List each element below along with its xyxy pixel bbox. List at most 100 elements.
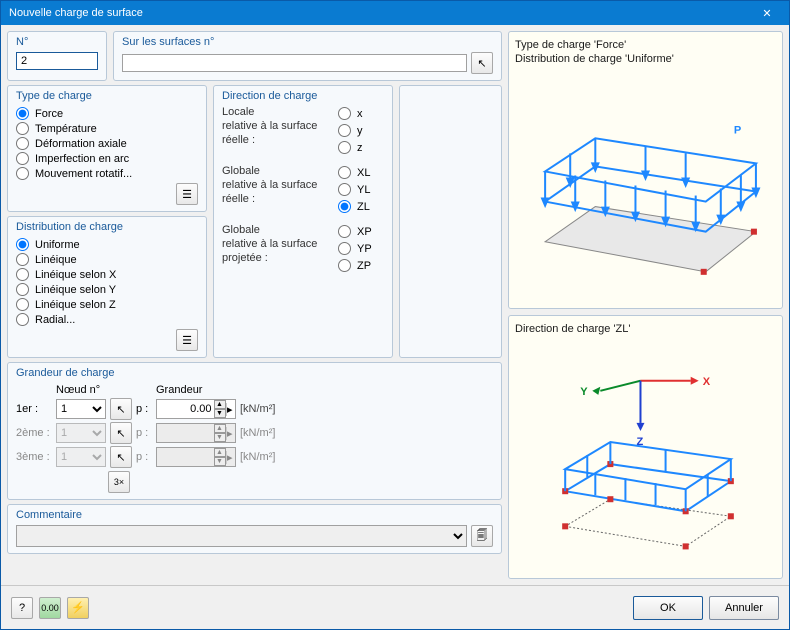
noeud-select[interactable]: 1 <box>56 399 106 419</box>
preview-type: Type de charge 'Force' Distribution de c… <box>508 31 783 309</box>
spin-up[interactable]: ▲ <box>214 400 226 409</box>
p-label: p : <box>136 403 152 415</box>
direction-option[interactable]: ZL <box>338 199 384 214</box>
numero-input[interactable] <box>16 52 98 70</box>
footer: ? 0.00 ⚡ OK Annuler <box>1 585 789 629</box>
noeud-select: 1 <box>56 423 106 443</box>
cursor-icon: ↖ <box>477 57 486 70</box>
surfaces-label: Sur les surfaces n° <box>122 36 493 50</box>
apply-button[interactable]: ⚡ <box>67 597 89 619</box>
distribution-option[interactable]: Linéique <box>16 252 198 267</box>
grandeur-input[interactable] <box>159 402 214 416</box>
direction-group-label: Localerelative à la surface réelle : <box>222 106 332 155</box>
svg-text:X: X <box>703 376 711 388</box>
grandeur-row-label: 2ème : <box>16 427 52 439</box>
direction-option[interactable]: XL <box>338 165 384 180</box>
preview-dir-line1: Direction de charge 'ZL' <box>515 322 776 336</box>
distribution-title: Distribution de charge <box>16 221 198 235</box>
distribution-option[interactable]: Radial... <box>16 312 198 327</box>
grandeur-unit: [kN/m²] <box>240 427 268 439</box>
preview-direction: Direction de charge 'ZL' X Y Z <box>508 315 783 579</box>
spin-down: ▼ <box>214 457 226 466</box>
library-icon: ☰ <box>182 334 192 347</box>
p-badge: P <box>734 124 741 136</box>
close-button[interactable]: ✕ <box>753 3 781 23</box>
p-label: p : <box>136 451 152 463</box>
group-type-charge: Type de charge ForceTempératureDéformati… <box>7 85 207 212</box>
distribution-option[interactable]: Linéique selon Y <box>16 282 198 297</box>
cursor-icon: ↖ <box>116 403 125 416</box>
numero-label: N° <box>16 36 98 50</box>
dialog-body: N° Sur les surfaces n° ↖ <box>1 25 789 585</box>
direction-group-label: Globalerelative à la surface réelle : <box>222 165 332 214</box>
help-button[interactable]: ? <box>11 597 33 619</box>
type-charge-option[interactable]: Force <box>16 106 198 121</box>
type-charge-title: Type de charge <box>16 90 198 104</box>
left-pane: N° Sur les surfaces n° ↖ <box>7 31 502 579</box>
right-pane: Type de charge 'Force' Distribution de c… <box>508 31 783 579</box>
distribution-option[interactable]: Linéique selon Z <box>16 297 198 312</box>
direction-option[interactable]: XP <box>338 224 384 239</box>
type-charge-more-button[interactable]: ☰ <box>176 183 198 205</box>
direction-option[interactable]: y <box>338 123 384 138</box>
grandeur-value-box: ▲▼▸ <box>156 423 236 443</box>
commentaire-title: Commentaire <box>16 509 493 523</box>
type-charge-option[interactable]: Température <box>16 121 198 136</box>
col-grandeur: Grandeur <box>156 384 236 396</box>
direction-option[interactable]: YL <box>338 182 384 197</box>
group-numero: N° <box>7 31 107 81</box>
ok-button[interactable]: OK <box>633 596 703 620</box>
commentaire-library-button[interactable]: 🗐 <box>471 525 493 547</box>
preview-direction-svg: X Y Z <box>515 340 776 572</box>
spin-down[interactable]: ▼ <box>214 409 226 418</box>
noeud-select: 1 <box>56 447 106 467</box>
slider-icon[interactable]: ▸ <box>226 403 234 416</box>
grandeur-value-box[interactable]: ▲▼▸ <box>156 399 236 419</box>
window-title: Nouvelle charge de surface <box>9 7 143 19</box>
grandeur-title: Grandeur de charge <box>16 367 493 381</box>
titlebar: Nouvelle charge de surface ✕ <box>1 1 789 25</box>
book-icon: 🗐 <box>477 527 488 546</box>
direction-option[interactable]: YP <box>338 241 384 256</box>
cancel-button[interactable]: Annuler <box>709 596 779 620</box>
grandeur-multi-button[interactable]: 3× <box>108 471 130 493</box>
group-surfaces: Sur les surfaces n° ↖ <box>113 31 502 81</box>
grandeur-row: 3ème :1↖p :▲▼▸[kN/m²] <box>16 445 493 469</box>
direction-title: Direction de charge <box>222 90 384 104</box>
group-commentaire: Commentaire 🗐 <box>7 504 502 554</box>
direction-option[interactable]: z <box>338 140 384 155</box>
bolt-icon: ⚡ <box>71 601 85 614</box>
pick-node-button: ↖ <box>110 446 132 468</box>
preview-type-svg: P <box>515 71 776 302</box>
pick-node-button: ↖ <box>110 422 132 444</box>
grandeur-unit: [kN/m²] <box>240 403 268 415</box>
pick-surfaces-button[interactable]: ↖ <box>471 52 493 74</box>
p-label: p : <box>136 427 152 439</box>
units-button[interactable]: 0.00 <box>39 597 61 619</box>
help-icon: ? <box>19 602 25 614</box>
distribution-option[interactable]: Uniforme <box>16 237 198 252</box>
slider-icon: ▸ <box>226 427 234 440</box>
grandeur-input <box>159 426 214 440</box>
svg-text:Y: Y <box>580 386 588 398</box>
grandeur-unit: [kN/m²] <box>240 451 268 463</box>
pick-node-button[interactable]: ↖ <box>110 398 132 420</box>
type-charge-option[interactable]: Déformation axiale <box>16 136 198 151</box>
distribution-option[interactable]: Linéique selon X <box>16 267 198 282</box>
commentaire-combo[interactable] <box>16 525 467 547</box>
spin-up: ▲ <box>214 424 226 433</box>
grandeur-row: 1er : 1 ↖ p : ▲▼▸ [kN/m²] <box>16 397 493 421</box>
direction-option[interactable]: ZP <box>338 258 384 273</box>
grandeur-input <box>159 450 214 464</box>
group-grandeur: Grandeur de charge Nœud n° Grandeur 1er … <box>7 362 502 500</box>
group-distribution: Distribution de charge UniformeLinéiqueL… <box>7 216 207 358</box>
type-charge-option[interactable]: Mouvement rotatif... <box>16 166 198 181</box>
type-charge-option[interactable]: Imperfection en arc <box>16 151 198 166</box>
grandeur-row-label: 1er : <box>16 403 52 415</box>
ruler-icon: 0.00 <box>41 603 59 613</box>
surfaces-input[interactable] <box>122 54 467 72</box>
distribution-more-button[interactable]: ☰ <box>176 329 198 351</box>
group-direction: Direction de charge Localerelative à la … <box>213 85 393 358</box>
preview-type-line1: Type de charge 'Force' <box>515 38 776 52</box>
direction-option[interactable]: x <box>338 106 384 121</box>
